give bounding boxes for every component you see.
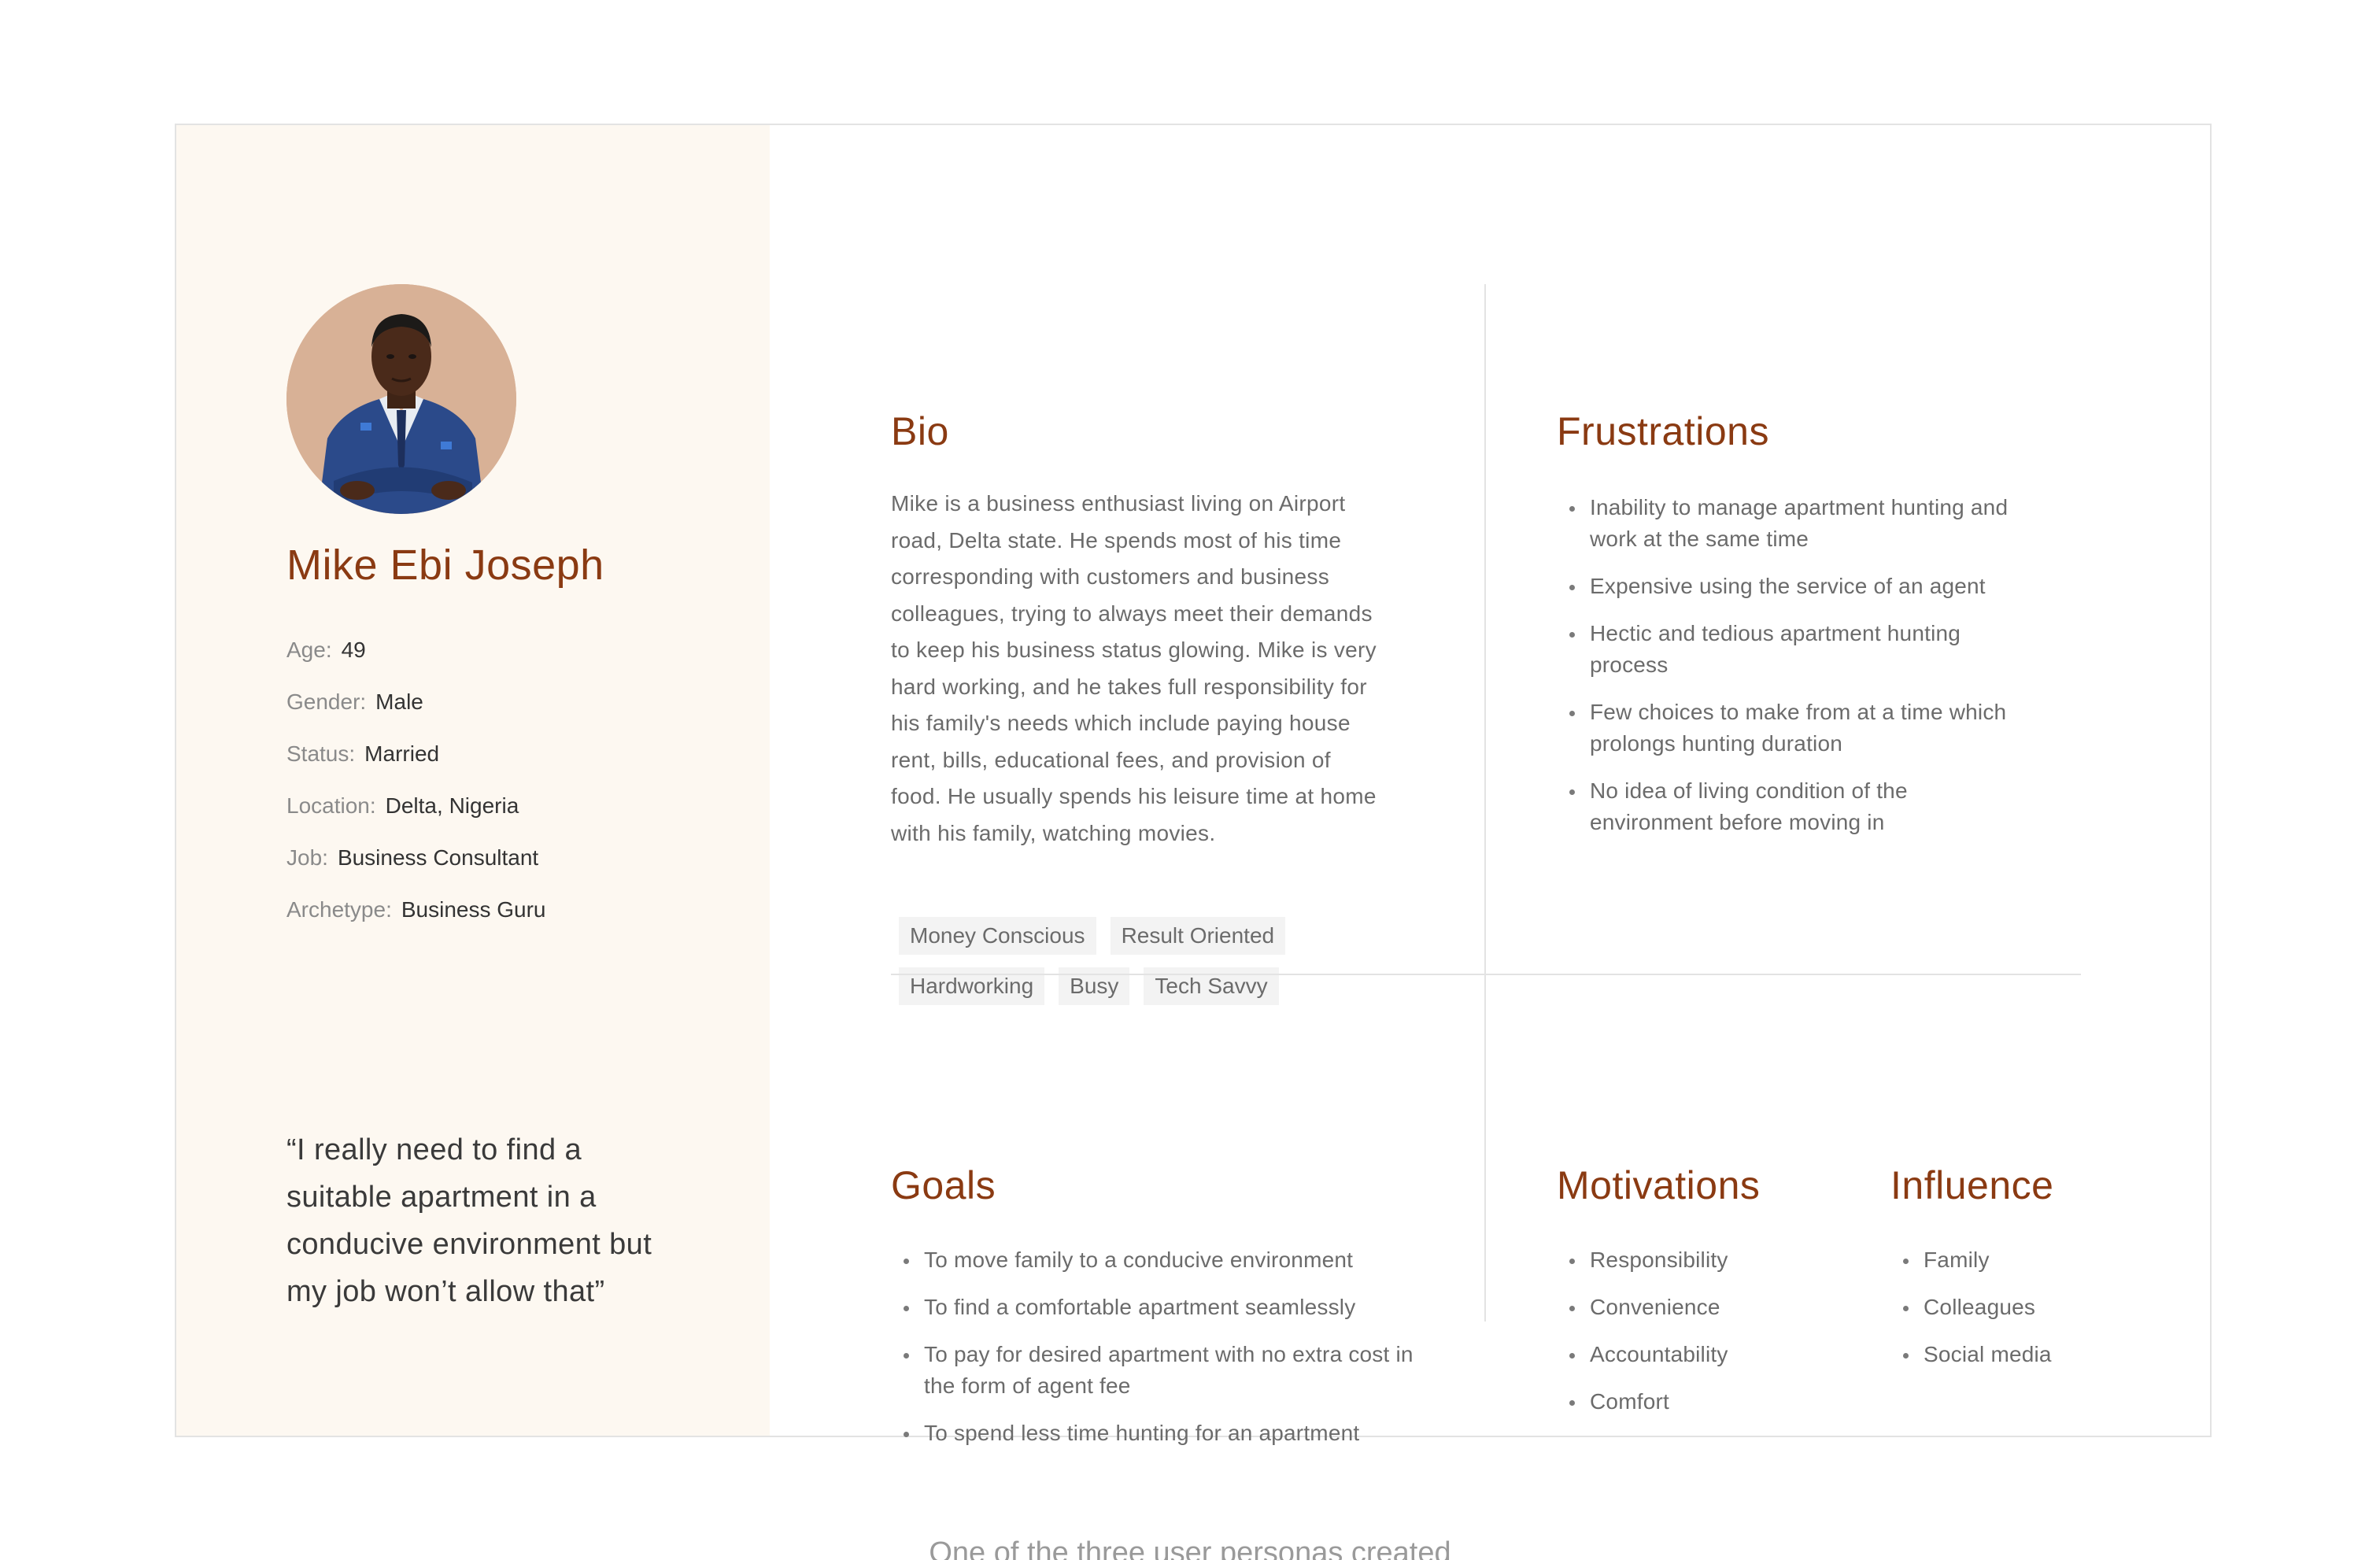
- detail-value: Married: [364, 741, 440, 766]
- bio-text: Mike is a business enthusiast living on …: [891, 491, 1377, 845]
- list-item: Family: [1890, 1244, 2127, 1276]
- list-item: Colleagues: [1890, 1292, 2127, 1323]
- horizontal-divider: [891, 974, 2081, 975]
- detail-value: Business Guru: [401, 897, 546, 922]
- profile-panel: Mike Ebi Joseph Age: 49 Gender: Male Statu…: [176, 125, 770, 1436]
- trait-tags: Money Conscious Result Oriented Hardwork…: [899, 917, 1371, 1018]
- persona-name: Mike Ebi Joseph: [286, 542, 604, 589]
- person-photo-icon: [286, 284, 516, 514]
- detail-status: Status: Married: [286, 741, 546, 793]
- detail-label: Archetype:: [286, 897, 392, 922]
- list-item: To find a comfortable apartment seamless…: [891, 1292, 1442, 1323]
- list-item: Responsibility: [1557, 1244, 1856, 1276]
- list-item: No idea of living condition of the envir…: [1557, 775, 2029, 838]
- persona-card: Mike Ebi Joseph Age: 49 Gender: Male Statu…: [175, 124, 2212, 1445]
- list-item: Comfort: [1557, 1386, 1856, 1418]
- list-item: Inability to manage apartment hunting an…: [1557, 492, 2029, 555]
- list-item: To move family to a conducive environmen…: [891, 1244, 1442, 1276]
- motivations-heading: Motivations: [1557, 1163, 1761, 1207]
- list-item: Social media: [1890, 1339, 2127, 1370]
- detail-label: Job:: [286, 845, 328, 870]
- list-item: Expensive using the service of an agent: [1557, 571, 2029, 602]
- persona-quote: “I really need to find a suitable apartm…: [286, 1133, 652, 1308]
- motivations-list: Responsibility Convenience Accountabilit…: [1557, 1244, 1856, 1433]
- frustrations-list: Inability to manage apartment hunting an…: [1557, 492, 2029, 854]
- detail-job: Job: Business Consultant: [286, 845, 546, 896]
- page: Mike Ebi Joseph Age: 49 Gender: Male Statu…: [0, 0, 2380, 1560]
- detail-location: Location: Delta, Nigeria: [286, 793, 546, 845]
- figure-caption: One of the three user personas created: [929, 1536, 1451, 1560]
- detail-label: Age:: [286, 638, 332, 662]
- list-item: Convenience: [1557, 1292, 1856, 1323]
- detail-value: Business Consultant: [337, 845, 539, 870]
- list-item: To spend less time hunting for an apartm…: [891, 1418, 1442, 1449]
- vertical-divider: [1484, 284, 1486, 1322]
- avatar: [286, 284, 516, 514]
- list-item: Few choices to make from at a time which…: [1557, 697, 2029, 760]
- bio-heading: Bio: [891, 409, 949, 453]
- frustrations-heading: Frustrations: [1557, 409, 1769, 453]
- detail-label: Location:: [286, 793, 376, 818]
- list-item: To pay for desired apartment with no ext…: [891, 1339, 1442, 1402]
- detail-label: Gender:: [286, 689, 367, 714]
- detail-value: Male: [375, 689, 423, 714]
- detail-age: Age: 49: [286, 637, 546, 689]
- detail-value: Delta, Nigeria: [385, 793, 519, 818]
- detail-gender: Gender: Male: [286, 689, 546, 741]
- influence-heading: Influence: [1890, 1163, 2054, 1207]
- detail-archetype: Archetype: Business Guru: [286, 896, 546, 948]
- trait-tag: Result Oriented: [1110, 917, 1286, 955]
- goals-list: To move family to a conducive environmen…: [891, 1244, 1442, 1465]
- trait-tag: Money Conscious: [899, 917, 1096, 955]
- list-item: Hectic and tedious apartment hunting pro…: [1557, 618, 2029, 681]
- list-item: Accountability: [1557, 1339, 1856, 1370]
- goals-heading: Goals: [891, 1163, 996, 1207]
- detail-label: Status:: [286, 741, 356, 766]
- tag-row: Money Conscious Result Oriented: [899, 917, 1371, 955]
- detail-value: 49: [341, 638, 366, 662]
- influence-list: Family Colleagues Social media: [1890, 1244, 2127, 1386]
- persona-details: Age: 49 Gender: Male Status: Married Locati…: [286, 637, 546, 948]
